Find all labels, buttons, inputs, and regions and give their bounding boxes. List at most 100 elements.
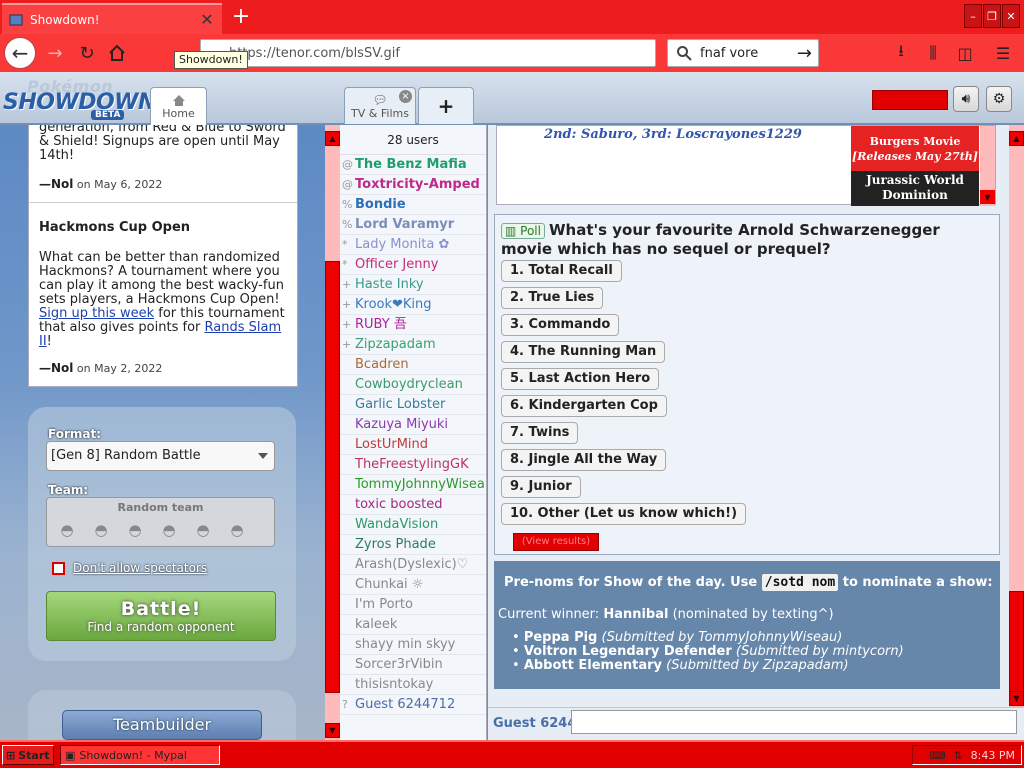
user-list-item[interactable]: toxic boosted [340,495,486,515]
tab-home[interactable]: Home [150,87,207,125]
poll-option-button[interactable]: 2. True Lies [501,287,604,309]
close-tab-icon[interactable]: ✕ [198,10,216,29]
user-list-item[interactable]: * Lady Monita ✿ [340,235,486,255]
poll-option-button[interactable]: 9. Junior [501,476,581,498]
search-go-icon[interactable]: → [797,43,812,64]
user-list-item[interactable]: TommyJohnnyWiseau [340,475,486,495]
user-list-item[interactable]: + Krook❤King [340,295,486,315]
user-list-item[interactable]: ? Guest 6244712 [340,695,486,715]
format-select[interactable]: [Gen 8] Random Battle [46,441,275,471]
nomination-show: Voltron Legendary Defender [523,644,732,659]
user-list-item[interactable]: Garlic Lobster [340,395,486,415]
winner-tail: (nominated by texting^) [668,607,834,622]
news-author: —Nol [39,361,74,375]
scroll-down-icon[interactable]: ▼ [980,190,995,204]
user-list-item[interactable]: + RUBY 吾 [340,315,486,335]
user-list-item[interactable]: I'm Porto [340,595,486,615]
browser-icon: ▣ [65,748,76,762]
downloads-button[interactable]: ⭳ [890,41,912,64]
home-button[interactable] [102,38,132,68]
user-list-item[interactable]: TheFreestylingGK [340,455,486,475]
release-title: Dominion [882,188,948,202]
minimize-window-button[interactable]: – [964,4,982,28]
user-list-item[interactable]: Chunkai ☼ [340,575,486,595]
scroll-up-icon[interactable]: ▲ [1009,131,1024,146]
sign-up-link[interactable]: Sign up this week [39,306,154,321]
hamburger-menu-icon: ☰ [995,43,1011,63]
user-list-item[interactable]: Sorcer3rVibin [340,655,486,675]
sidebar-button[interactable]: ◫ [954,42,976,64]
menu-button[interactable]: ☰ [992,42,1014,64]
chat-input[interactable] [571,710,1017,734]
user-name: Lord Varamyr [355,217,455,232]
taskbar-window-label: Showdown! - Mypal [79,748,187,762]
browser-tab[interactable]: Showdown! ✕ [2,3,222,34]
poll-option-button[interactable]: 3. Commando [501,314,620,336]
user-list-item[interactable]: kaleek [340,615,486,635]
scroll-thumb[interactable] [325,261,340,693]
logo-showdown-text: SHOWDOWN! [3,90,166,115]
battle-button[interactable]: Battle! Find a random opponent [46,591,276,641]
poll-option-button[interactable]: 8. Jingle All the Way [501,449,667,471]
user-list-item[interactable]: Bcadren [340,355,486,375]
view-results-button[interactable]: (View results) [513,533,599,551]
user-list-item[interactable]: @ Toxtricity-Amped [340,175,486,195]
spectators-checkbox[interactable] [52,561,65,575]
sound-button[interactable]: 🔊︎ [953,86,979,112]
user-list-item[interactable]: % Bondie [340,195,486,215]
search-box[interactable]: fnaf vore → [667,39,819,67]
start-button[interactable]: ⊞ Start [2,745,54,765]
scroll-down-icon[interactable]: ▼ [1009,691,1024,706]
back-button[interactable]: ← [4,37,36,69]
home-scrollbar[interactable]: ▲ ▼ [325,125,340,740]
forward-button[interactable]: → [40,38,70,68]
close-window-button[interactable]: ✕ [1002,4,1020,28]
user-list-item[interactable]: Arash(Dyslexic)♡ [340,555,486,575]
reload-button[interactable]: ↻ [72,38,102,68]
user-list-item[interactable]: Zyros Phade [340,535,486,555]
sotd-heading-b: to nominate a show: [838,575,993,590]
box-scrollbar[interactable]: ▼ [980,126,995,206]
chat-username[interactable]: Guest 6244 [493,716,576,731]
scroll-thumb[interactable] [1009,591,1024,693]
poll-option-button[interactable]: 7. Twins [501,422,579,444]
poll-option-button[interactable]: 10. Other (Let us know which!) [501,503,747,525]
user-list-item[interactable]: Kazuya Miyuki [340,415,486,435]
user-list-item[interactable]: thisisntokay [340,675,486,695]
poll-option-button[interactable]: 6. Kindergarten Cop [501,395,667,417]
user-name: Lady Monita ✿ [355,237,450,252]
close-room-icon[interactable]: × [399,90,412,103]
scroll-down-icon[interactable]: ▼ [325,723,340,738]
library-button[interactable]: ⫼ [922,42,944,64]
taskbar-window-button[interactable]: ▣ Showdown! - Mypal [60,745,220,765]
user-list-item[interactable]: LostUrMind [340,435,486,455]
tab-add-room[interactable]: + [418,87,474,124]
settings-button[interactable]: ⚙ [986,86,1012,112]
poll-option-button[interactable]: 4. The Running Man [501,341,666,363]
user-name-button[interactable] [872,90,948,110]
tab-tv-films[interactable]: × 💬︎ TV & Films [344,87,416,124]
poll-question: ▥ Poll What's your favourite Arnold Schwa… [501,221,991,259]
poll-option-button[interactable]: 5. Last Action Hero [501,368,660,390]
team-select[interactable]: Random team ◓ ◓ ◓ ◓ ◓ ◓ [46,497,275,547]
showdown-logo[interactable]: Pokémon SHOWDOWN! BETA [3,76,166,120]
user-list-item[interactable]: % Lord Varamyr [340,215,486,235]
user-list-item[interactable]: + Haste Inky [340,275,486,295]
pokeball-icon: ◓ [230,521,244,539]
user-list-item[interactable]: @ The Benz Mafia [340,155,486,175]
winner-label: Current winner: [498,607,604,622]
user-list-item[interactable]: + Zipzapadam [340,335,486,355]
scroll-up-icon[interactable]: ▲ [325,131,340,146]
poll-option-button[interactable]: 1. Total Recall [501,260,622,282]
user-list-item[interactable]: * Officer Jenny [340,255,486,275]
user-list-item[interactable]: Cowboydryclean [340,375,486,395]
teambuilder-button[interactable]: Teambuilder [62,710,262,740]
user-list-item[interactable]: WandaVision [340,515,486,535]
chat-scrollbar[interactable]: ▲ ▼ [1009,125,1024,707]
url-bar[interactable]: https://tenor.com/blsSV.gif [200,39,656,67]
news-author: —Nol [39,177,74,191]
user-list-item[interactable]: shayy min skyy [340,635,486,655]
spectators-toggle[interactable]: Don't allow spectators [52,561,207,575]
restore-window-button[interactable]: ❐ [983,4,1001,28]
new-tab-button[interactable]: + [229,4,253,30]
